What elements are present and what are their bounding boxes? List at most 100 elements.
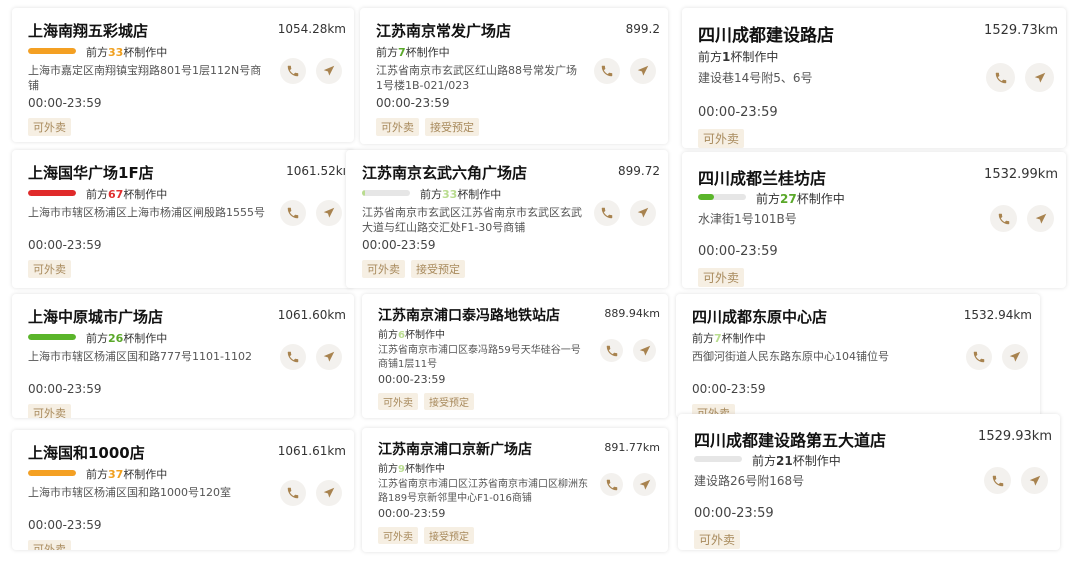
- store-address: 建设路26号附168号: [694, 474, 805, 488]
- store-card[interactable]: 四川成都建设路店 1529.73km 前方1杯制作中 建设巷14号附5、6号 00:00…: [682, 8, 1066, 148]
- navigate-button[interactable]: [316, 200, 342, 226]
- navigate-arrow-icon: [638, 344, 652, 358]
- navigate-button[interactable]: [1021, 467, 1048, 494]
- queue-status: 前方67杯制作中: [86, 186, 167, 202]
- service-tag: 可外卖: [694, 530, 741, 549]
- queue-count: 21: [776, 454, 793, 468]
- service-tag: 接受预定: [424, 527, 474, 544]
- queue-status: 前方9杯制作中: [378, 460, 445, 475]
- navigate-arrow-icon: [1028, 474, 1042, 488]
- queue-progress-bar: [28, 470, 76, 476]
- store-name: 四川成都兰桂坊店: [698, 169, 827, 188]
- store-card[interactable]: 上海国和1000店 1061.61km 前方37杯制作中 上海市市辖区杨浦区国和路10…: [12, 430, 354, 550]
- queue-prefix: 前方: [752, 454, 777, 468]
- service-tags: 可外卖: [698, 268, 750, 287]
- navigate-arrow-icon: [322, 486, 336, 500]
- navigate-button[interactable]: [316, 480, 342, 506]
- queue-prefix: 前方: [378, 330, 398, 341]
- store-card[interactable]: 江苏南京浦口泰冯路地铁站店 889.94km 前方6杯制作中 江苏省南京市浦口区泰冯路…: [362, 294, 668, 418]
- call-button[interactable]: [594, 200, 620, 226]
- store-address: 江苏省南京市浦口区泰冯路59号天华硅谷一号商铺1层11号: [378, 345, 581, 370]
- queue-suffix: 杯制作中: [405, 46, 450, 59]
- queue-status: 前方33杯制作中: [86, 44, 167, 60]
- queue-progress-fill: [28, 190, 76, 196]
- distance-label: 1061.52kı: [286, 164, 346, 178]
- phone-icon: [991, 474, 1005, 488]
- navigate-arrow-icon: [322, 64, 336, 78]
- queue-progress-fill: [28, 470, 76, 476]
- service-tag: 可外卖: [362, 260, 405, 278]
- store-card[interactable]: 四川成都建设路第五大道店 1529.93km 前方21杯制作中 建设路26号附168号…: [678, 414, 1060, 550]
- call-button[interactable]: [966, 344, 992, 370]
- navigate-button[interactable]: [633, 473, 656, 496]
- service-tag: 接受预定: [425, 118, 479, 136]
- store-name: 四川成都建设路第五大道店: [694, 431, 887, 450]
- call-button[interactable]: [600, 339, 623, 362]
- store-card[interactable]: 上海国华广场1F店 1061.52kı 前方67杯制作中上海市市辖区杨浦区上海市杨浦…: [12, 150, 354, 288]
- store-card[interactable]: 江苏南京常发广场店 899.2 前方7杯制作中 江苏省南京市玄武区红山路88号常发广场…: [360, 8, 668, 144]
- store-card[interactable]: 四川成都东原中心店 1532.94km 前方7杯制作中 西御河街道人民东路东原中心10…: [676, 294, 1040, 418]
- store-address: 上海市市辖区杨浦区上海市杨浦区闸殷路1555号: [28, 206, 265, 219]
- navigate-button[interactable]: [1025, 63, 1054, 92]
- store-card[interactable]: 上海中原城市广场店 1061.60km 前方26杯制作中 上海市市辖区杨浦区国和路77…: [12, 294, 354, 418]
- call-button[interactable]: [986, 63, 1015, 92]
- store-card[interactable]: 江苏南京玄武六角广场店 899.72 前方33杯制作中 江苏省南京市玄武区江苏省南京市…: [346, 150, 668, 288]
- queue-suffix: 杯制作中: [404, 330, 445, 341]
- store-card[interactable]: 四川成都兰桂坊店 1532.99km 前方27杯制作中 水津街1号101B号 00:00…: [682, 152, 1066, 288]
- distance-label: 1061.60km: [277, 308, 346, 322]
- service-tag: 接受预定: [424, 393, 474, 410]
- store-address: 西御河街道人民东路东原中心104铺位号: [692, 350, 889, 363]
- queue-progress-bar: [694, 456, 742, 462]
- queue-prefix: 前方: [756, 192, 781, 206]
- service-tag: 可外卖: [698, 129, 745, 148]
- queue-suffix: 杯制作中: [721, 332, 766, 345]
- navigate-button[interactable]: [630, 58, 656, 84]
- store-name: 上海南翔五彩城店: [28, 22, 149, 40]
- navigate-button[interactable]: [1027, 205, 1054, 232]
- queue-status: 前方7杯制作中: [692, 330, 766, 346]
- navigate-arrow-icon: [1008, 350, 1022, 364]
- service-tag: 可外卖: [28, 404, 71, 418]
- phone-icon: [286, 64, 300, 78]
- store-name: 四川成都建设路店: [698, 26, 834, 46]
- service-tags: 可外卖 接受预定: [378, 393, 480, 410]
- store-address: 上海市市辖区杨浦区国和路777号1101-1102: [28, 350, 252, 363]
- store-name: 上海中原城市广场店: [28, 308, 164, 326]
- navigate-button[interactable]: [1002, 344, 1028, 370]
- call-button[interactable]: [280, 58, 306, 84]
- service-tags: 可外卖 接受预定: [376, 118, 485, 136]
- navigate-button[interactable]: [316, 58, 342, 84]
- phone-icon: [605, 478, 619, 492]
- queue-count: 7: [398, 46, 406, 59]
- navigate-arrow-icon: [1033, 71, 1047, 85]
- queue-status: 前方37杯制作中: [86, 466, 167, 482]
- store-address: 江苏省南京市玄武区江苏省南京市玄武区玄武大道与红山路交汇处F1-30号商铺: [362, 206, 582, 234]
- store-name: 江苏南京玄武六角广场店: [362, 164, 528, 182]
- call-button[interactable]: [990, 205, 1017, 232]
- queue-suffix: 杯制作中: [123, 332, 168, 345]
- queue-progress-bar: [362, 190, 410, 196]
- queue-prefix: 前方: [86, 332, 108, 345]
- store-name: 上海国华广场1F店: [28, 164, 154, 182]
- business-hours: 00:00-23:59: [694, 506, 774, 521]
- call-button[interactable]: [280, 480, 306, 506]
- distance-label: 889.94km: [604, 307, 660, 320]
- queue-suffix: 杯制作中: [730, 50, 779, 64]
- queue-suffix: 杯制作中: [404, 464, 445, 475]
- queue-suffix: 杯制作中: [457, 188, 502, 201]
- call-button[interactable]: [984, 467, 1011, 494]
- navigate-arrow-icon: [638, 478, 652, 492]
- navigate-button[interactable]: [630, 200, 656, 226]
- queue-suffix: 杯制作中: [123, 46, 168, 59]
- queue-status: 前方21杯制作中: [752, 452, 841, 469]
- navigate-button[interactable]: [633, 339, 656, 362]
- call-button[interactable]: [594, 58, 620, 84]
- queue-status: 前方1杯制作中: [698, 48, 778, 65]
- call-button[interactable]: [280, 344, 306, 370]
- call-button[interactable]: [600, 473, 623, 496]
- store-card[interactable]: 江苏南京浦口京新广场店 891.77km 前方9杯制作中 江苏省南京市浦口区江苏省南京…: [362, 428, 668, 552]
- navigate-button[interactable]: [316, 344, 342, 370]
- service-tags: 可外卖 接受预定: [362, 260, 471, 278]
- store-card[interactable]: 上海南翔五彩城店 1054.28km 前方33杯制作中 上海市嘉定区南翔镇宝翔路801…: [12, 8, 354, 142]
- call-button[interactable]: [280, 200, 306, 226]
